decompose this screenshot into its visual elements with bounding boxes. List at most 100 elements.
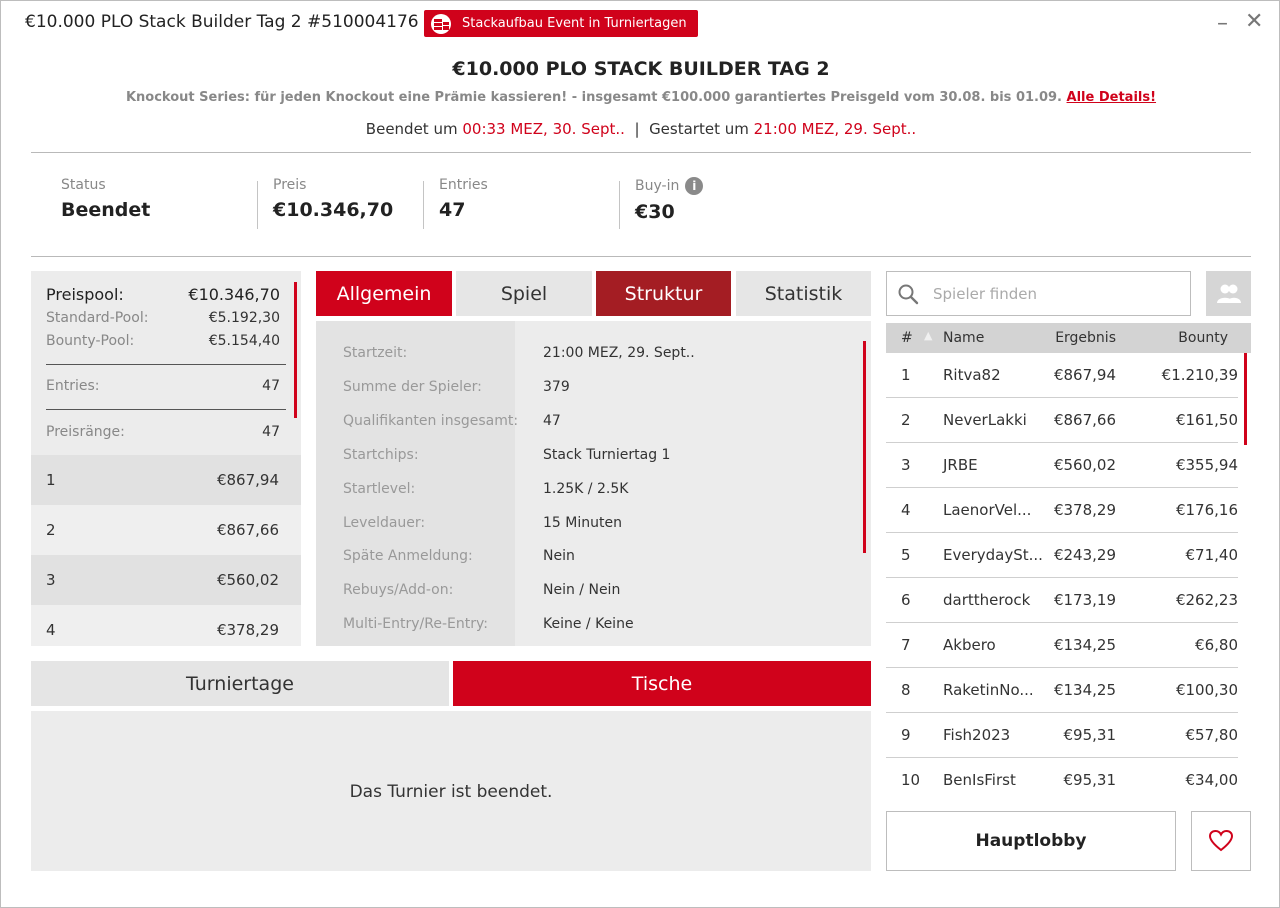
row-result: €95,31 <box>1063 771 1117 789</box>
standard-pool-value: €5.192,30 <box>208 310 280 326</box>
tournament-times: Beendet um 00:33 MEZ, 30. Sept.. | Gesta… <box>1 120 1280 138</box>
info-row: Startchips: Stack Turniertag 1 <box>316 439 871 473</box>
row-rank: 8 <box>901 681 911 699</box>
prize-amount: €560,02 <box>216 571 279 589</box>
tab-spiel[interactable]: Spiel <box>456 271 592 316</box>
prize-rank: 3 <box>46 571 56 589</box>
info-icon[interactable]: i <box>685 177 704 195</box>
info-row: Rebuys/Add-on: Nein / Nein <box>316 574 871 608</box>
tab-turniertage[interactable]: Turniertage <box>31 661 449 706</box>
info-key: Qualifikanten insgesamt: <box>343 413 519 429</box>
tables-panel: Das Turnier ist beendet. <box>31 711 871 871</box>
stat-label: Buy-in i <box>635 177 704 195</box>
bounty-pool-label: Bounty-Pool: <box>46 333 135 349</box>
search-input[interactable] <box>933 282 1183 306</box>
info-value: Stack Turniertag 1 <box>543 447 671 463</box>
users-icon <box>1216 284 1241 303</box>
minimize-button[interactable]: – <box>1217 11 1228 36</box>
details-link[interactable]: Alle Details! <box>1067 90 1157 105</box>
stat-label: Status <box>61 177 106 193</box>
table-row[interactable]: 5 EverydaySt... €243,29 €71,40 <box>886 533 1238 578</box>
divider <box>257 181 258 229</box>
info-value: Keine / Keine <box>543 616 634 632</box>
stat-buyin: Buy-in i €30 <box>635 177 704 229</box>
info-key: Summe der Spieler: <box>343 379 482 395</box>
col-bounty[interactable]: Bounty <box>1178 330 1228 346</box>
row-rank: 2 <box>901 411 911 429</box>
divider <box>46 409 286 410</box>
row-rank: 1 <box>901 366 911 384</box>
table-scrollbar[interactable] <box>1244 353 1247 445</box>
tab-struktur[interactable]: Struktur <box>596 271 731 316</box>
info-row: Leveldauer: 15 Minuten <box>316 507 871 541</box>
col-rank[interactable]: # <box>901 330 913 346</box>
main-lobby-button[interactable]: Hauptlobby <box>886 811 1176 871</box>
ranks-value: 47 <box>262 424 280 440</box>
standard-pool: Standard-Pool: €5.192,30 <box>46 310 280 326</box>
stat-value: €10.346,70 <box>273 199 394 221</box>
chip-stack-icon <box>431 13 451 34</box>
row-bounty: €262,23 <box>1175 591 1238 609</box>
table-row[interactable]: 7 Akbero €134,25 €6,80 <box>886 623 1238 668</box>
close-button[interactable]: ✕ <box>1245 9 1263 34</box>
info-value: 379 <box>543 379 570 395</box>
table-row[interactable]: 8 RaketinNo... €134,25 €100,30 <box>886 668 1238 713</box>
col-result[interactable]: Ergebnis <box>1055 330 1116 346</box>
table-row[interactable]: 10 BenIsFirst €95,31 €34,00 <box>886 758 1238 803</box>
col-name[interactable]: Name <box>943 330 984 346</box>
player-search[interactable] <box>886 271 1191 316</box>
search-icon <box>898 284 919 305</box>
info-value: 21:00 MEZ, 29. Sept.. <box>543 345 695 361</box>
table-row[interactable]: 3 JRBE €560,02 €355,94 <box>886 443 1238 488</box>
prizepool-scrollbar[interactable] <box>294 282 297 418</box>
table-row[interactable]: 6 darttherock €173,19 €262,23 <box>886 578 1238 623</box>
tab-allgemein[interactable]: Allgemein <box>316 271 452 316</box>
tab-tische[interactable]: Tische <box>453 661 871 706</box>
event-badge[interactable]: Stackaufbau Event in Turniertagen <box>424 10 698 37</box>
bounty-pool: Bounty-Pool: €5.154,40 <box>46 333 280 349</box>
heart-icon <box>1208 829 1234 852</box>
standard-pool-label: Standard-Pool: <box>46 310 149 326</box>
players-button[interactable] <box>1206 271 1251 316</box>
stat-prize: Preis €10.346,70 <box>273 177 393 229</box>
info-scrollbar[interactable] <box>863 341 866 553</box>
row-bounty: €161,50 <box>1175 411 1238 429</box>
row-rank: 4 <box>901 501 911 519</box>
prize-rank-row: 3 €560,02 <box>31 555 301 605</box>
info-row: Startzeit: 21:00 MEZ, 29. Sept.. <box>316 337 871 371</box>
table-row[interactable]: 1 Ritva82 €867,94 €1.210,39 <box>886 353 1238 398</box>
info-row: Späte Anmeldung: Nein <box>316 540 871 574</box>
row-result: €378,29 <box>1053 501 1116 519</box>
prizepool-value: €10.346,70 <box>188 285 280 304</box>
stat-label-text: Buy-in <box>635 178 680 194</box>
info-value: 15 Minuten <box>543 515 622 531</box>
divider <box>619 181 620 229</box>
stat-status: Status Beendet <box>61 177 150 229</box>
row-result: €560,02 <box>1053 456 1116 474</box>
row-bounty: €100,30 <box>1175 681 1238 699</box>
tournament-window: €10.000 PLO Stack Builder Tag 2 #5100041… <box>0 0 1280 908</box>
prizepool-label: Preispool: <box>46 285 124 304</box>
stat-label: Entries <box>439 177 488 193</box>
table-row[interactable]: 4 LaenorVel... €378,29 €176,16 <box>886 488 1238 533</box>
event-badge-label: Stackaufbau Event in Turniertagen <box>462 16 687 31</box>
favorite-button[interactable] <box>1191 811 1251 871</box>
divider <box>31 152 1251 153</box>
prize-rank: 4 <box>46 621 56 639</box>
tab-statistik[interactable]: Statistik <box>736 271 871 316</box>
entries-label: Entries: <box>46 378 100 394</box>
stat-entries: Entries 47 <box>439 177 488 229</box>
row-name: NeverLakki <box>943 411 1027 429</box>
info-key: Startlevel: <box>343 481 416 497</box>
info-row: Multi-Entry/Re-Entry: Keine / Keine <box>316 608 871 642</box>
table-row[interactable]: 2 NeverLakki €867,66 €161,50 <box>886 398 1238 443</box>
row-name: JRBE <box>943 456 978 474</box>
stat-label: Preis <box>273 177 307 193</box>
row-result: €134,25 <box>1053 636 1116 654</box>
prize-rank-row: 4 €378,29 <box>31 605 301 646</box>
table-row[interactable]: 9 Fish2023 €95,31 €57,80 <box>886 713 1238 758</box>
row-rank: 5 <box>901 546 911 564</box>
row-rank: 10 <box>901 771 921 789</box>
ended-label: Beendet um <box>365 120 458 138</box>
info-key: Rebuys/Add-on: <box>343 582 454 598</box>
